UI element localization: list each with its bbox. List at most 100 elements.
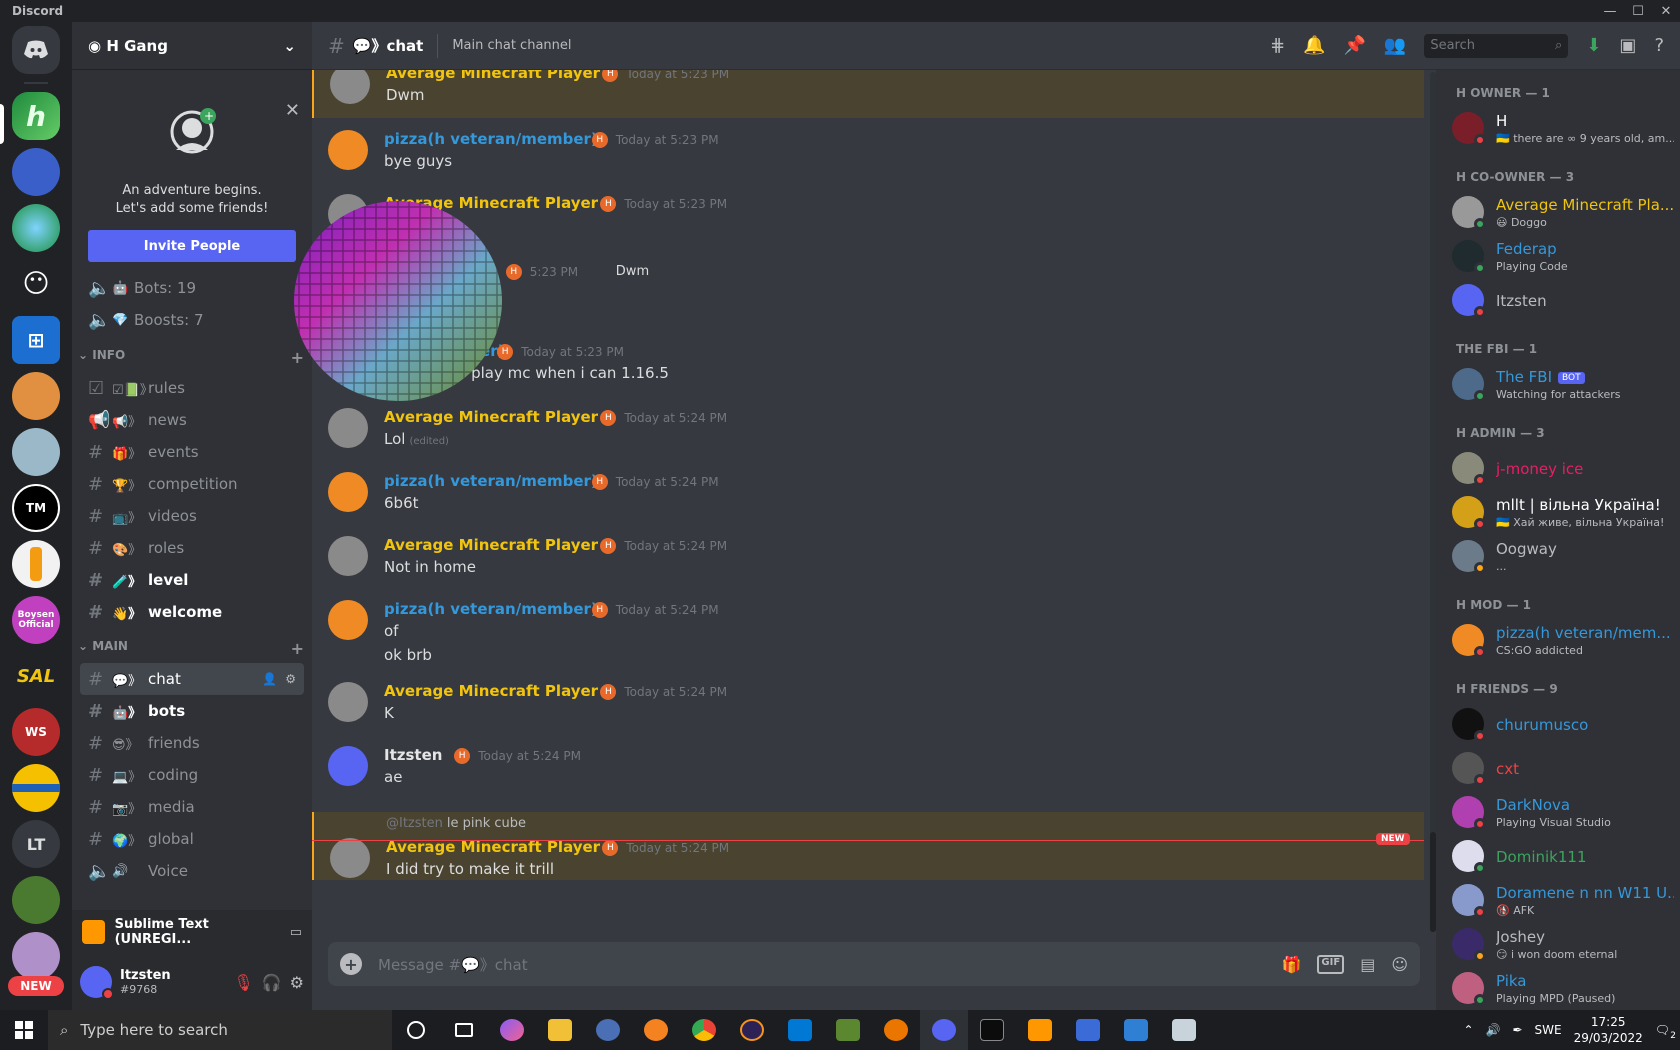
guild-sal[interactable]: SAL xyxy=(12,652,60,700)
channel-roles[interactable]: # 🎨》 roles xyxy=(80,532,304,564)
avatar[interactable] xyxy=(330,838,370,878)
avatar[interactable] xyxy=(328,342,368,382)
guild-9[interactable] xyxy=(12,540,60,588)
member-item[interactable]: Average Minecraft Pla... 😃 Doggo xyxy=(1444,192,1674,236)
app-16-icon[interactable] xyxy=(1112,1010,1160,1050)
sticker-icon[interactable]: ▤ xyxy=(1360,955,1375,974)
close-icon[interactable]: ✕ xyxy=(285,100,300,121)
invite-people-button[interactable]: Invite People xyxy=(88,230,296,262)
message[interactable]: @Itzsten le pink cube Average Minecraft Pl… xyxy=(312,812,1424,880)
message[interactable]: pizza(h veteran/member) H Today at 5:23 PM… xyxy=(312,126,1424,184)
member-item[interactable]: pizza(h veteran/mem... CS:GO addicted xyxy=(1444,620,1674,664)
channel-media[interactable]: # 📷》 media xyxy=(80,791,304,823)
message-author[interactable]: ecraft Player xyxy=(384,262,493,280)
screen-share-icon[interactable]: ▭ xyxy=(290,925,302,940)
channel-rules[interactable]: ☑ ☑📗》 rules xyxy=(80,372,304,404)
message-author[interactable]: pizza(h veteran/member) xyxy=(384,600,598,618)
avatar[interactable] xyxy=(330,64,370,104)
member-item[interactable]: Pika Playing MPD (Paused) xyxy=(1444,968,1674,1012)
eclipse-icon[interactable] xyxy=(728,1010,776,1050)
avatar[interactable] xyxy=(328,130,368,170)
avatar[interactable] xyxy=(328,408,368,448)
avatar[interactable] xyxy=(328,746,368,786)
guild-3[interactable] xyxy=(12,204,60,252)
guild-boysen[interactable]: Boysen Official xyxy=(12,596,60,644)
member-item[interactable]: mllt | вільна Україна! 🇺🇦 Хай живе, вільн… xyxy=(1444,492,1674,536)
message[interactable]: pizza(h veteran/member) H Today at 5:24 PM… xyxy=(312,468,1424,526)
task-view-icon[interactable] xyxy=(440,1010,488,1050)
attach-plus-icon[interactable]: + xyxy=(340,953,362,975)
close-window-icon[interactable]: ✕ xyxy=(1652,0,1680,22)
avatar[interactable] xyxy=(80,966,114,1000)
channel-welcome[interactable]: # 👋》 welcome xyxy=(80,596,304,628)
message[interactable]: Average Minecraft Player H Today at 5:24 P… xyxy=(312,678,1424,736)
chevron-up-icon[interactable]: ⌃ xyxy=(1463,1023,1473,1037)
channel-news[interactable]: 📢 📢》 news xyxy=(80,404,304,436)
app-15-icon[interactable] xyxy=(1064,1010,1112,1050)
member-item[interactable]: H 🇺🇦 there are ∞ 9 years old, am... xyxy=(1444,108,1674,152)
message-author[interactable]: Average Minecraft Player xyxy=(384,194,598,212)
pen-icon[interactable]: ✒ xyxy=(1512,1023,1522,1037)
gift-icon[interactable]: 🎁 xyxy=(1282,955,1302,974)
channel-bots[interactable]: # 🤖》 bots xyxy=(80,695,304,727)
mute-mic-icon[interactable]: 🎙 xyxy=(233,973,253,992)
start-icon[interactable] xyxy=(0,1010,48,1050)
headphones-icon[interactable]: 🎧 xyxy=(262,973,282,992)
server-header[interactable]: ◉ H Gang ⌄ xyxy=(72,22,312,70)
taskbar-search[interactable]: ⌕ Type here to search xyxy=(48,1010,392,1050)
search-input[interactable]: Search ⌕ xyxy=(1424,33,1569,58)
message[interactable]: eran/member) H Today at 5:23 PM aghiva lets… xyxy=(312,338,1424,396)
discord-taskbar-icon[interactable] xyxy=(920,1010,968,1050)
member-item[interactable]: j-money ice xyxy=(1444,448,1674,492)
category-main[interactable]: ⌄ MAIN + xyxy=(72,639,304,658)
user-info[interactable]: Itzsten #9768 xyxy=(120,968,225,996)
message-author[interactable]: Average Minecraft Player xyxy=(384,536,598,554)
message-author[interactable]: eran/member) xyxy=(384,342,504,360)
chrome-icon[interactable] xyxy=(680,1010,728,1050)
member-item[interactable]: Oogway... xyxy=(1444,536,1674,580)
terminal-icon[interactable] xyxy=(968,1010,1016,1050)
message-author[interactable]: pizza(h veteran/member) xyxy=(384,472,598,490)
guild-lt[interactable]: LT xyxy=(12,820,60,868)
channel-friends[interactable]: # 😎》 friends xyxy=(80,727,304,759)
member-item[interactable]: The FBI BOT Watching for attackers xyxy=(1444,364,1674,408)
message[interactable]: Average Minecraft Player H Today at 5:23 P… xyxy=(312,190,1424,248)
message[interactable]: pizza(h veteran/member) H Today at 5:24 PM… xyxy=(312,596,1424,666)
add-channel-icon[interactable]: + xyxy=(291,639,304,658)
members-icon[interactable]: 👥 xyxy=(1384,35,1406,56)
download-icon[interactable]: ⬇ xyxy=(1586,35,1601,56)
bell-icon[interactable]: 🔔 xyxy=(1303,35,1325,56)
channel-coding[interactable]: # 💻》 coding xyxy=(80,759,304,791)
guild-7[interactable] xyxy=(12,428,60,476)
volume-icon[interactable]: 🔊 xyxy=(1486,1023,1501,1037)
avatar[interactable] xyxy=(328,194,368,234)
guild-tm[interactable]: TM xyxy=(12,484,60,532)
avatar[interactable] xyxy=(328,472,368,512)
gif-icon[interactable]: GIF xyxy=(1317,954,1345,974)
app-17-icon[interactable] xyxy=(1160,1010,1208,1050)
language-indicator[interactable]: SWE xyxy=(1535,1023,1562,1037)
chevron-down-icon[interactable]: ⌄ xyxy=(283,37,296,55)
guild-swe[interactable] xyxy=(12,764,60,812)
add-channel-icon[interactable]: + xyxy=(291,348,304,367)
message[interactable]: ecraft Player H 5:23 PM Dwm ve it lmao xyxy=(312,258,1424,316)
guild-15[interactable] xyxy=(12,876,60,924)
minimize-icon[interactable]: — xyxy=(1596,0,1624,22)
guild-ws[interactable]: WS xyxy=(12,708,60,756)
channel-competition[interactable]: # 🏆》 competition xyxy=(80,468,304,500)
avatar[interactable] xyxy=(328,600,368,640)
message[interactable]: Average Minecraft Player H Today at 5:24 P… xyxy=(312,532,1424,590)
member-item[interactable]: Joshey 😏 i won doom eternal xyxy=(1444,924,1674,968)
channel-voice[interactable]: 🔈 🔊 Voice xyxy=(80,855,304,887)
channel-chat[interactable]: # 💬》 chat 👤 ⚙ xyxy=(80,663,304,695)
guild-h-gang[interactable]: h xyxy=(12,92,60,140)
member-item[interactable]: Federap Playing Code xyxy=(1444,236,1674,280)
channel-global[interactable]: # 🌍》 global xyxy=(80,823,304,855)
stat-boosts[interactable]: 🔈 💎 Boosts: 7 xyxy=(80,304,304,336)
avatar[interactable] xyxy=(328,682,368,722)
message-composer[interactable]: + Message #💬》chat 🎁 GIF ▤ ☺ xyxy=(328,942,1420,986)
app-vr-icon[interactable] xyxy=(584,1010,632,1050)
emoji-icon[interactable]: ☺ xyxy=(1391,955,1408,974)
discord-home-icon[interactable] xyxy=(12,26,60,74)
notification-icon[interactable]: 🗨 2 xyxy=(1655,1023,1676,1041)
